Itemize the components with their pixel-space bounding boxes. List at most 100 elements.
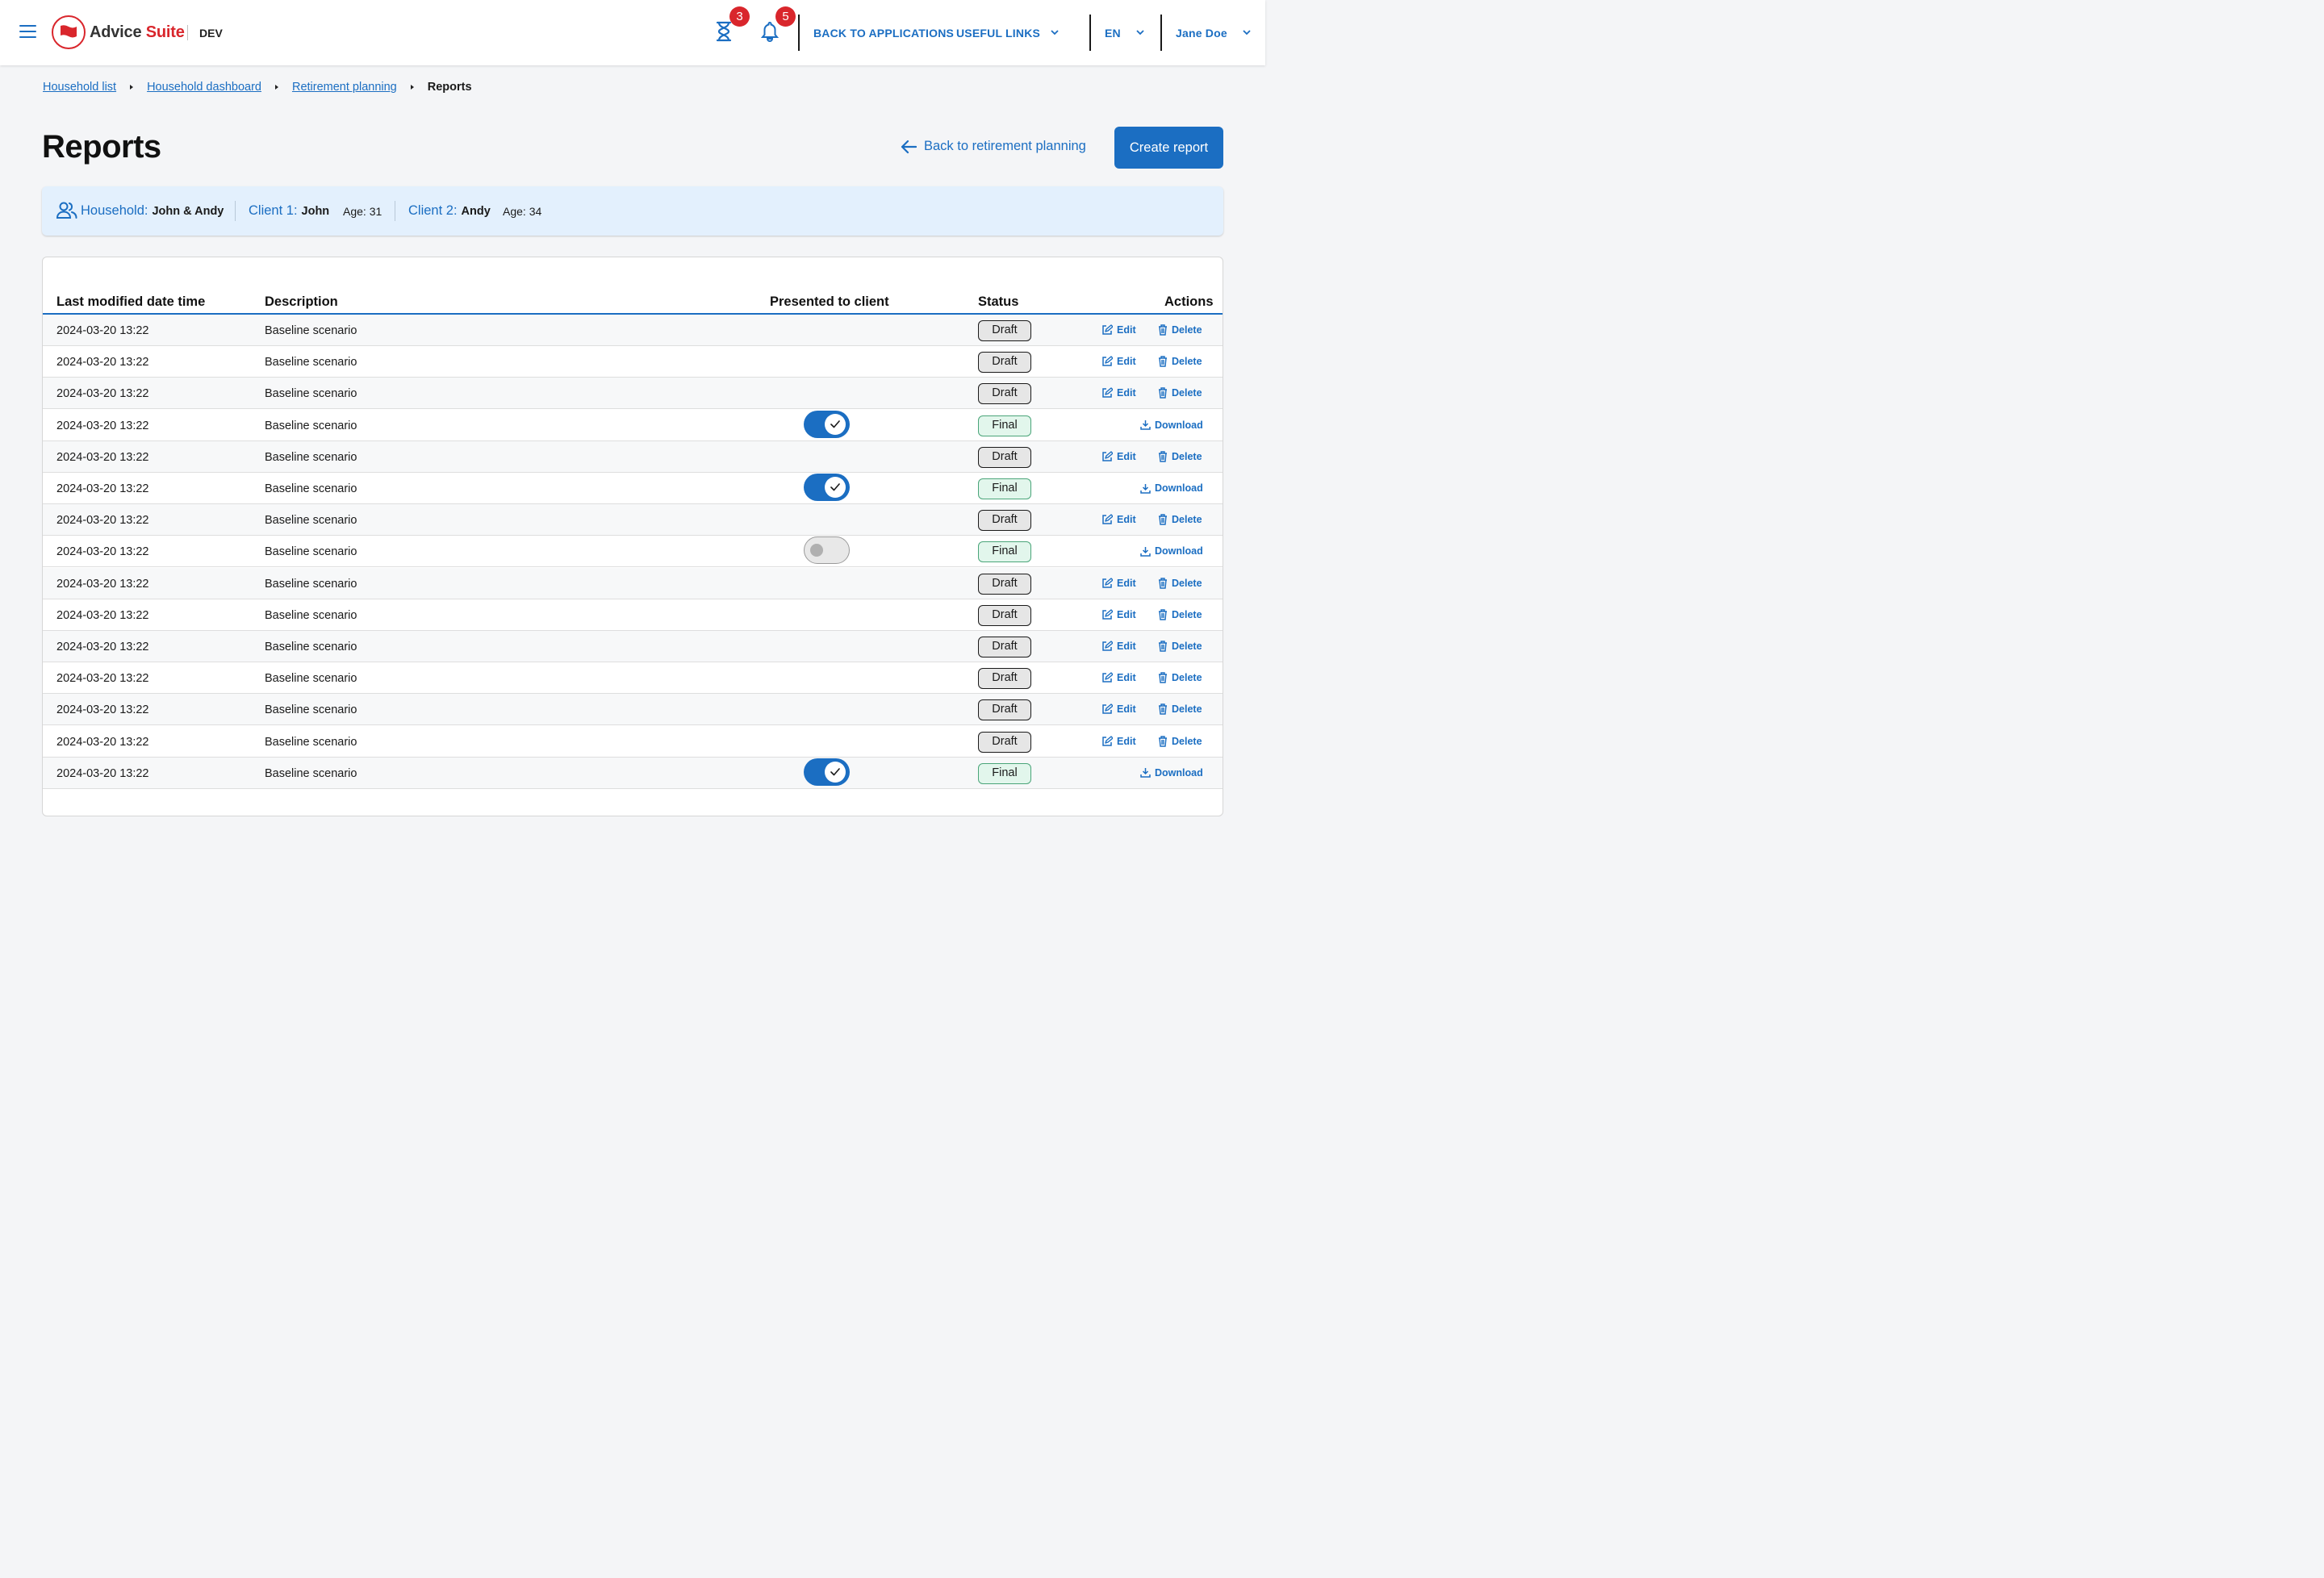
- page-title: Reports: [42, 129, 161, 165]
- client1-field: Client 1: John: [249, 203, 329, 219]
- edit-label: Edit: [1117, 703, 1136, 716]
- edit-button[interactable]: Edit: [1101, 736, 1136, 747]
- download-button[interactable]: Download: [1140, 420, 1203, 431]
- status-badge: Draft: [978, 352, 1031, 374]
- bell-icon[interactable]: [760, 21, 780, 44]
- row-description: Baseline scenario: [265, 482, 357, 495]
- delete-button[interactable]: Delete: [1158, 514, 1202, 525]
- flag-icon: [61, 25, 77, 38]
- chevron-down-icon[interactable]: [1050, 27, 1060, 37]
- status-badge: Draft: [978, 668, 1031, 690]
- download-icon: [1140, 483, 1151, 494]
- delete-label: Delete: [1172, 387, 1202, 399]
- presented-toggle[interactable]: [804, 536, 850, 565]
- breadcrumb-household-dashboard[interactable]: Household dashboard: [147, 81, 261, 94]
- delete-button[interactable]: Delete: [1158, 672, 1202, 683]
- download-icon: [1140, 546, 1151, 557]
- table-row: 2024-03-20 13:22 Baseline scenario Draft Ed…: [43, 631, 1223, 662]
- user-menu[interactable]: Jane Doe: [1176, 27, 1227, 40]
- status-badge: Draft: [978, 320, 1031, 341]
- edit-button[interactable]: Edit: [1101, 356, 1136, 367]
- useful-links-menu[interactable]: USEFUL LINKS: [956, 27, 1040, 40]
- edit-button[interactable]: Edit: [1101, 324, 1136, 336]
- edit-button[interactable]: Edit: [1101, 609, 1136, 620]
- download-icon: [1140, 768, 1151, 779]
- edit-label: Edit: [1117, 735, 1136, 747]
- breadcrumb-household-list[interactable]: Household list: [43, 81, 116, 94]
- column-header-description: Description: [265, 294, 338, 309]
- delete-button[interactable]: Delete: [1158, 703, 1202, 715]
- client2-field: Client 2: Andy: [408, 203, 491, 219]
- delete-button[interactable]: Delete: [1158, 451, 1202, 462]
- edit-button[interactable]: Edit: [1101, 514, 1136, 525]
- trash-icon: [1159, 609, 1167, 620]
- presented-toggle[interactable]: [804, 410, 850, 438]
- trash-icon: [1159, 641, 1167, 652]
- table-row: 2024-03-20 13:22 Baseline scenario Draft Ed…: [43, 440, 1223, 473]
- breadcrumb-retirement-planning[interactable]: Retirement planning: [292, 81, 397, 94]
- status-badge: Final: [978, 415, 1031, 436]
- header-divider: [1160, 15, 1162, 51]
- row-date: 2024-03-20 13:22: [56, 450, 149, 464]
- delete-button[interactable]: Delete: [1158, 578, 1202, 589]
- language-selector[interactable]: EN: [1105, 27, 1121, 40]
- client1-value: John: [301, 205, 330, 218]
- status-badge: Draft: [978, 637, 1031, 658]
- create-report-button[interactable]: Create report: [1114, 127, 1223, 169]
- status-badge: Final: [978, 762, 1031, 784]
- delete-button[interactable]: Delete: [1158, 387, 1202, 399]
- environment-label: DEV: [199, 27, 223, 40]
- download-button[interactable]: Download: [1140, 767, 1203, 779]
- delete-label: Delete: [1172, 672, 1202, 684]
- download-label: Download: [1155, 545, 1203, 557]
- edit-label: Edit: [1117, 641, 1136, 652]
- delete-label: Delete: [1172, 608, 1202, 620]
- notification-badge: 5: [775, 6, 796, 27]
- row-description: Baseline scenario: [265, 356, 357, 369]
- check-icon: [830, 767, 840, 776]
- status-badge: Draft: [978, 510, 1031, 532]
- edit-icon: [1102, 356, 1113, 366]
- delete-button[interactable]: Delete: [1158, 356, 1202, 367]
- row-date: 2024-03-20 13:22: [56, 672, 149, 686]
- back-to-retirement-planning-link[interactable]: Back to retirement planning: [901, 139, 1086, 154]
- row-description: Baseline scenario: [265, 641, 357, 653]
- edit-icon: [1102, 609, 1113, 620]
- delete-button[interactable]: Delete: [1158, 324, 1202, 336]
- edit-button[interactable]: Edit: [1101, 451, 1136, 462]
- delete-button[interactable]: Delete: [1158, 641, 1202, 652]
- row-description: Baseline scenario: [265, 703, 357, 717]
- users-icon: [56, 202, 77, 219]
- chevron-down-icon[interactable]: [1242, 27, 1252, 37]
- edit-button[interactable]: Edit: [1101, 703, 1136, 715]
- arrow-left-icon: [901, 140, 917, 153]
- edit-button[interactable]: Edit: [1101, 672, 1136, 683]
- table-row: 2024-03-20 13:22 Baseline scenario Final Do…: [43, 410, 1223, 441]
- download-button[interactable]: Download: [1140, 482, 1203, 494]
- presented-toggle[interactable]: [804, 758, 850, 786]
- status-badge: Draft: [978, 604, 1031, 626]
- menu-icon[interactable]: [19, 25, 36, 40]
- table-row: 2024-03-20 13:22 Baseline scenario Final Do…: [43, 757, 1223, 789]
- delete-label: Delete: [1172, 577, 1202, 589]
- delete-label: Delete: [1172, 450, 1202, 462]
- download-button[interactable]: Download: [1140, 545, 1203, 557]
- edit-button[interactable]: Edit: [1101, 578, 1136, 589]
- back-to-applications-link[interactable]: BACK TO APPLICATIONS: [813, 27, 954, 40]
- chevron-down-icon[interactable]: [1135, 27, 1145, 37]
- household-divider: [235, 201, 236, 221]
- edit-label: Edit: [1117, 608, 1136, 620]
- client2-age: Age: 34: [503, 205, 542, 218]
- edit-icon: [1102, 324, 1113, 335]
- row-date: 2024-03-20 13:22: [56, 766, 149, 780]
- hourglass-icon[interactable]: [715, 21, 734, 44]
- delete-button[interactable]: Delete: [1158, 736, 1202, 747]
- edit-button[interactable]: Edit: [1101, 641, 1136, 652]
- presented-toggle[interactable]: [804, 474, 850, 501]
- row-date: 2024-03-20 13:22: [56, 324, 149, 337]
- table-row: 2024-03-20 13:22 Baseline scenario Draft Ed…: [43, 599, 1223, 631]
- edit-button[interactable]: Edit: [1101, 387, 1136, 399]
- brand-name: Advice Suite: [90, 23, 185, 42]
- delete-button[interactable]: Delete: [1158, 609, 1202, 620]
- row-description: Baseline scenario: [265, 514, 357, 528]
